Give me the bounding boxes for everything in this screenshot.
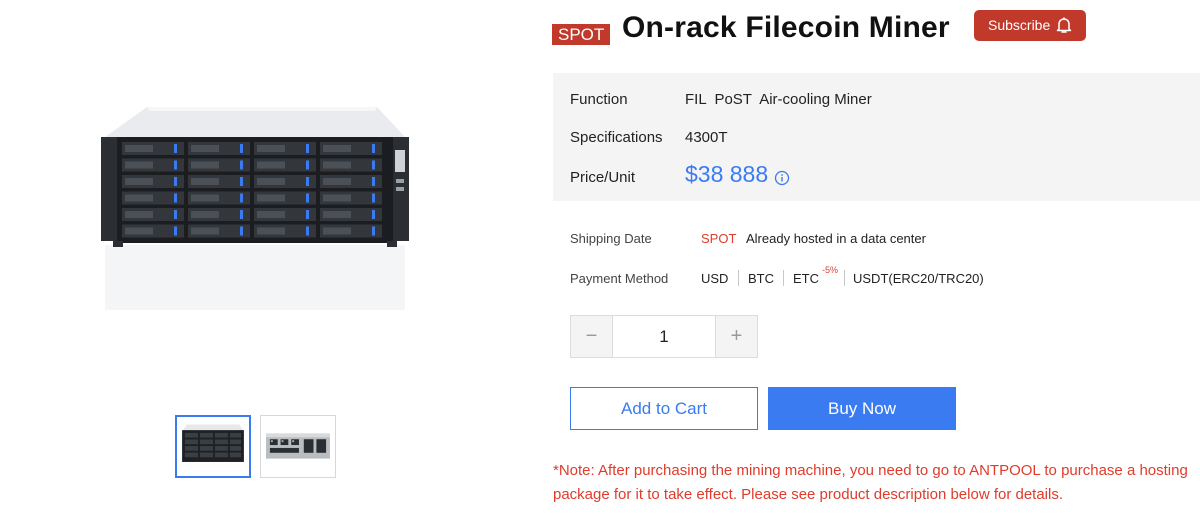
purchase-note: *Note: After purchasing the mining machi…: [553, 462, 1188, 503]
product-main-image: [95, 95, 415, 325]
spec-panel: Function FIL PoST Air-cooling Miner Spec…: [553, 73, 1200, 201]
shipping-spot-tag: SPOT: [701, 231, 737, 246]
payment-btc: BTC: [748, 271, 774, 286]
payment-divider: [844, 270, 845, 286]
function-value: FIL PoST Air-cooling Miner: [685, 91, 872, 108]
payment-usd: USD: [701, 271, 729, 286]
payment-etc: ETC: [793, 271, 819, 286]
quantity-input[interactable]: [613, 316, 715, 357]
add-to-cart-button[interactable]: Add to Cart: [570, 387, 758, 430]
spot-badge: SPOT: [552, 24, 611, 45]
payment-divider: [783, 270, 784, 286]
shipping-date-label: Shipping Date: [570, 231, 652, 246]
function-label: Function: [570, 91, 628, 108]
payment-method-label: Payment Method: [570, 271, 669, 286]
price-value: $38 888: [685, 161, 769, 187]
buy-now-button[interactable]: Buy Now: [768, 387, 956, 430]
info-circle-icon[interactable]: [774, 170, 790, 186]
price-label: Price/Unit: [570, 169, 636, 186]
quantity-stepper: − +: [570, 315, 758, 358]
product-title: On-rack Filecoin Miner: [622, 11, 950, 44]
payment-usdt: USDT(ERC20/TRC20): [853, 271, 984, 286]
quantity-decrement-button[interactable]: −: [571, 316, 613, 357]
payment-divider: [738, 270, 739, 286]
shipping-date-value: Already hosted in a data center: [746, 231, 926, 246]
product-thumbnail-back[interactable]: [260, 415, 336, 478]
subscribe-button[interactable]: Subscribe: [974, 10, 1086, 41]
specifications-label: Specifications: [570, 129, 663, 146]
quantity-increment-button[interactable]: +: [715, 316, 757, 357]
product-thumbnail-front[interactable]: [175, 415, 251, 478]
specifications-value: 4300T: [685, 129, 728, 146]
etc-discount-badge: -5%: [822, 265, 839, 275]
subscribe-label: Subscribe: [988, 17, 1051, 33]
bell-icon: [1056, 17, 1072, 33]
